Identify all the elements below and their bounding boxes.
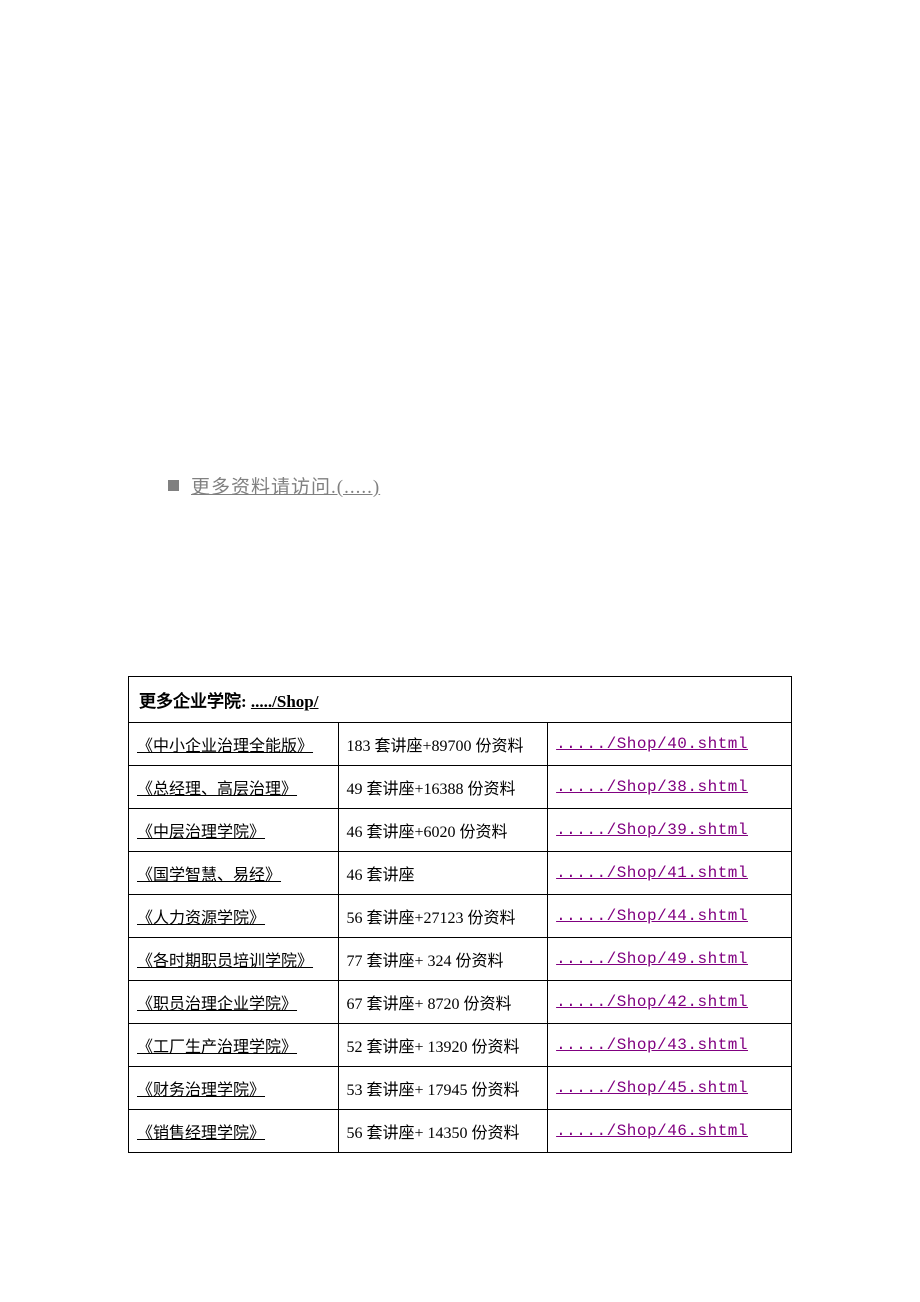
course-description: 67 套讲座+ 8720 份资料 bbox=[338, 981, 548, 1024]
table-row: 《各时期职员培训学院》77 套讲座+ 324 份资料...../Shop/49.… bbox=[129, 938, 792, 981]
table-title-label: 更多企业学院: bbox=[139, 692, 247, 711]
table-row: 《中层治理学院》46 套讲座+6020 份资料...../Shop/39.sht… bbox=[129, 809, 792, 852]
course-description: 183 套讲座+89700 份资料 bbox=[338, 723, 548, 766]
table-row: 《销售经理学院》56 套讲座+ 14350 份资料...../Shop/46.s… bbox=[129, 1110, 792, 1153]
table-row: 《财务治理学院》53 套讲座+ 17945 份资料...../Shop/45.s… bbox=[129, 1067, 792, 1110]
table-row: 《工厂生产治理学院》52 套讲座+ 13920 份资料...../Shop/43… bbox=[129, 1024, 792, 1067]
course-url-link[interactable]: ...../Shop/42.shtml bbox=[548, 981, 792, 1024]
table-title-url[interactable]: ...../Shop/ bbox=[251, 692, 319, 711]
course-name-link[interactable]: 《销售经理学院》 bbox=[129, 1110, 339, 1153]
table-header-row: 更多企业学院: ...../Shop/ bbox=[129, 677, 792, 723]
table-header-cell: 更多企业学院: ...../Shop/ bbox=[129, 677, 792, 723]
course-name-link[interactable]: 《中小企业治理全能版》 bbox=[129, 723, 339, 766]
course-url-link[interactable]: ...../Shop/38.shtml bbox=[548, 766, 792, 809]
course-url-link[interactable]: ...../Shop/45.shtml bbox=[548, 1067, 792, 1110]
course-name-link[interactable]: 《人力资源学院》 bbox=[129, 895, 339, 938]
course-description: 53 套讲座+ 17945 份资料 bbox=[338, 1067, 548, 1110]
table-row: 《人力资源学院》56 套讲座+27123 份资料...../Shop/44.sh… bbox=[129, 895, 792, 938]
course-url-link[interactable]: ...../Shop/49.shtml bbox=[548, 938, 792, 981]
bullet-square-icon bbox=[168, 480, 179, 491]
course-description: 49 套讲座+16388 份资料 bbox=[338, 766, 548, 809]
course-description: 52 套讲座+ 13920 份资料 bbox=[338, 1024, 548, 1067]
course-url-link[interactable]: ...../Shop/44.shtml bbox=[548, 895, 792, 938]
course-name-link[interactable]: 《国学智慧、易经》 bbox=[129, 852, 339, 895]
table-row: 《总经理、高层治理》49 套讲座+16388 份资料...../Shop/38.… bbox=[129, 766, 792, 809]
course-description: 56 套讲座+ 14350 份资料 bbox=[338, 1110, 548, 1153]
course-description: 46 套讲座+6020 份资料 bbox=[338, 809, 548, 852]
course-name-link[interactable]: 《中层治理学院》 bbox=[129, 809, 339, 852]
course-name-link[interactable]: 《财务治理学院》 bbox=[129, 1067, 339, 1110]
course-description: 77 套讲座+ 324 份资料 bbox=[338, 938, 548, 981]
table-body: 《中小企业治理全能版》183 套讲座+89700 份资料...../Shop/4… bbox=[129, 723, 792, 1153]
courses-table-container: 更多企业学院: ...../Shop/ 《中小企业治理全能版》183 套讲座+8… bbox=[128, 676, 792, 1153]
course-name-link[interactable]: 《总经理、高层治理》 bbox=[129, 766, 339, 809]
header-section: 更多资料请访问.(.....) bbox=[168, 472, 380, 499]
table-row: 《中小企业治理全能版》183 套讲座+89700 份资料...../Shop/4… bbox=[129, 723, 792, 766]
course-url-link[interactable]: ...../Shop/40.shtml bbox=[548, 723, 792, 766]
course-url-link[interactable]: ...../Shop/46.shtml bbox=[548, 1110, 792, 1153]
course-url-link[interactable]: ...../Shop/39.shtml bbox=[548, 809, 792, 852]
course-name-link[interactable]: 《工厂生产治理学院》 bbox=[129, 1024, 339, 1067]
course-description: 46 套讲座 bbox=[338, 852, 548, 895]
course-url-link[interactable]: ...../Shop/43.shtml bbox=[548, 1024, 792, 1067]
table-row: 《职员治理企业学院》67 套讲座+ 8720 份资料...../Shop/42.… bbox=[129, 981, 792, 1024]
course-description: 56 套讲座+27123 份资料 bbox=[338, 895, 548, 938]
table-row: 《国学智慧、易经》46 套讲座...../Shop/41.shtml bbox=[129, 852, 792, 895]
visit-more-link[interactable]: 更多资料请访问.(.....) bbox=[191, 472, 380, 499]
course-name-link[interactable]: 《职员治理企业学院》 bbox=[129, 981, 339, 1024]
course-name-link[interactable]: 《各时期职员培训学院》 bbox=[129, 938, 339, 981]
course-url-link[interactable]: ...../Shop/41.shtml bbox=[548, 852, 792, 895]
courses-table: 更多企业学院: ...../Shop/ 《中小企业治理全能版》183 套讲座+8… bbox=[128, 676, 792, 1153]
